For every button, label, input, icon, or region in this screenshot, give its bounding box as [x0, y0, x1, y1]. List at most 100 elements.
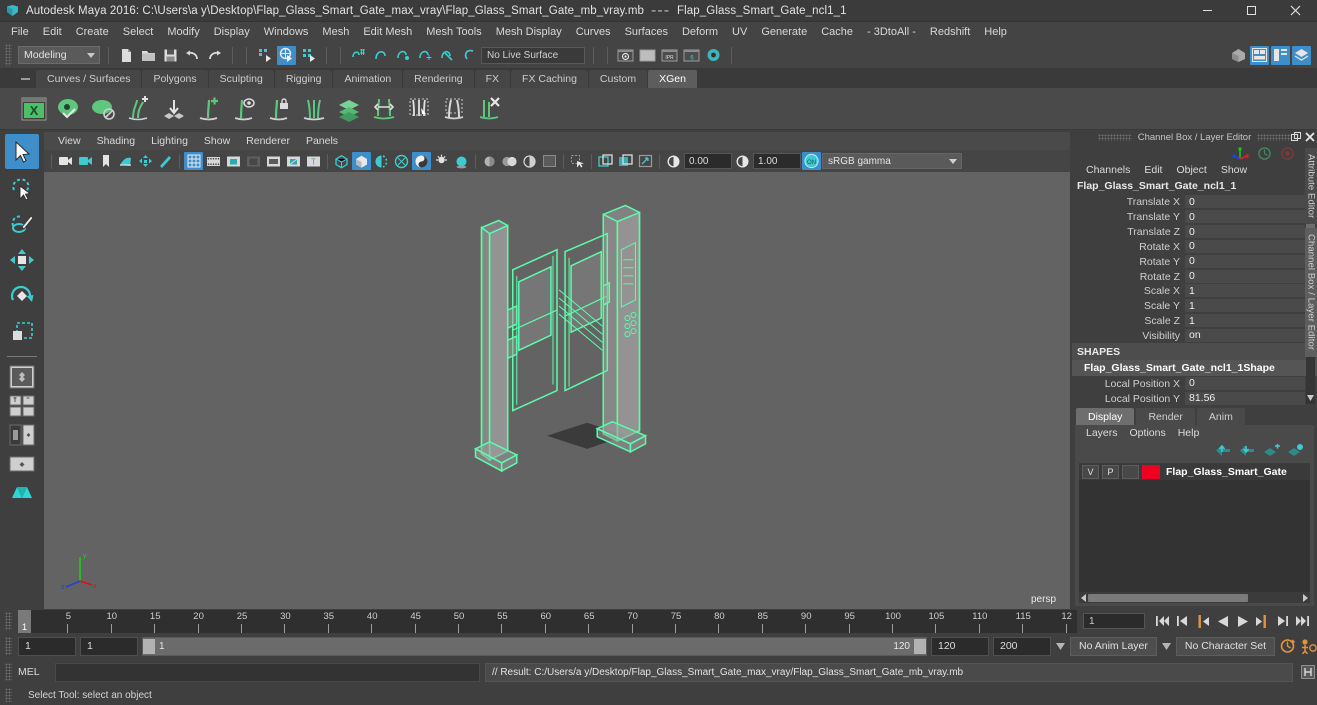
viewport-menu-renderer[interactable]: Renderer [238, 134, 298, 148]
show-hide-modeling-toolkit-icon[interactable] [1229, 46, 1248, 65]
channel-value[interactable]: 0 [1185, 210, 1305, 225]
shelf-tab-curves-surfaces[interactable]: Curves / Surfaces [36, 70, 142, 88]
play-forwards-icon[interactable] [1234, 612, 1251, 630]
channelbox-menu-object[interactable]: Object [1170, 164, 1212, 176]
menu-3dtoall[interactable]: - 3DtoAll - [860, 24, 923, 40]
select-by-object-icon[interactable] [277, 45, 296, 65]
viewport-menu-panels[interactable]: Panels [298, 134, 346, 148]
anim-layer-selector[interactable]: No Anim Layer [1070, 636, 1157, 656]
camera-attributes-icon[interactable] [76, 152, 95, 170]
shadows-icon[interactable] [432, 152, 451, 170]
paint-select-tool-button[interactable] [5, 206, 39, 241]
menu-mesh[interactable]: Mesh [315, 24, 356, 40]
toggle-resolution-gate-icon[interactable] [224, 152, 243, 170]
select-by-hierarchy-icon[interactable] [255, 46, 274, 65]
toggle-grid-icon[interactable] [184, 152, 203, 170]
step-back-keyframe-icon[interactable] [1174, 612, 1191, 630]
viewport-menu-show[interactable]: Show [196, 134, 238, 148]
undo-icon[interactable] [183, 46, 202, 65]
step-forward-frame-icon[interactable] [1254, 612, 1271, 630]
motion-blur-icon[interactable] [480, 152, 499, 170]
close-button[interactable] [1273, 0, 1317, 22]
snap-to-point-icon[interactable] [393, 46, 412, 65]
channelbox-menu-edit[interactable]: Edit [1138, 164, 1168, 176]
command-language-label[interactable]: MEL [18, 666, 50, 678]
character-set-dropdown-arrow-icon[interactable] [1161, 637, 1172, 655]
gamma-value-field[interactable]: 1.00 [753, 153, 801, 169]
layer-row[interactable]: V P Flap_Glass_Smart_Gate [1079, 463, 1310, 480]
select-tool-button[interactable] [5, 134, 39, 169]
channel-row-rotate-y[interactable]: Rotate Y 0 [1072, 254, 1317, 269]
channel-value[interactable]: 1 [1185, 314, 1305, 329]
render-sequence-icon[interactable]: 6 [682, 46, 701, 65]
animation-preferences-icon[interactable] [1300, 637, 1317, 655]
layer-tab-render[interactable]: Render [1136, 408, 1195, 425]
grease-pencil-icon[interactable] [156, 152, 175, 170]
multisample-aa-icon[interactable] [500, 152, 519, 170]
undock-panel-icon[interactable] [1290, 131, 1301, 142]
toggle-gate-mask-icon[interactable] [244, 152, 263, 170]
menu-surfaces[interactable]: Surfaces [618, 24, 675, 40]
status-line-grip[interactable] [5, 44, 12, 66]
isolate-select-icon[interactable] [540, 152, 559, 170]
xgen-guide-display-icon[interactable] [228, 93, 260, 125]
channel-row-rotate-x[interactable]: Rotate X 0 [1072, 239, 1317, 254]
range-end-field[interactable]: 120 [931, 636, 989, 656]
vertical-tab-attribute-editor[interactable]: Attribute Editor [1304, 148, 1317, 225]
smooth-shading-icon[interactable] [352, 152, 371, 170]
current-time-indicator[interactable]: 1 [18, 609, 31, 633]
image-plane-icon[interactable] [116, 152, 135, 170]
channel-value[interactable]: 0 [1185, 239, 1305, 254]
xgen-add-guides-icon[interactable] [123, 93, 155, 125]
xgen-length-icon[interactable] [368, 93, 400, 125]
channel-value[interactable]: 1 [1185, 284, 1305, 299]
step-back-frame-icon[interactable] [1194, 612, 1211, 630]
channel-row-local-position-x[interactable]: Local Position X 0 [1072, 376, 1317, 391]
snap-to-curve-icon[interactable] [371, 46, 390, 65]
help-line-grip[interactable] [5, 688, 12, 702]
layer-menu-options[interactable]: Options [1125, 427, 1171, 439]
xgen-clump-icon[interactable] [438, 93, 470, 125]
layer-tab-anim[interactable]: Anim [1196, 408, 1245, 425]
four-view-layout[interactable] [5, 392, 39, 419]
shelf-tab-fx-caching[interactable]: FX Caching [511, 70, 588, 88]
character-set-selector[interactable]: No Character Set [1175, 636, 1275, 656]
panel-drag-handle-right[interactable] [1257, 133, 1292, 141]
range-slider-bar[interactable]: 1 120 [142, 636, 927, 656]
layer-playback-toggle[interactable]: P [1102, 464, 1119, 479]
channel-box-record-icon[interactable] [1280, 146, 1295, 161]
command-input-field[interactable] [55, 662, 480, 682]
xgen-seed-icon[interactable] [88, 93, 120, 125]
channel-value[interactable]: 0 [1185, 195, 1305, 210]
shaded-wireframe-icon[interactable] [372, 152, 391, 170]
menu-redshift[interactable]: Redshift [923, 24, 977, 40]
maximize-button[interactable] [1229, 0, 1273, 22]
menu-modify[interactable]: Modify [160, 24, 206, 40]
snap-to-view-plane-icon[interactable] [437, 46, 456, 65]
use-all-lights-icon[interactable] [412, 152, 431, 170]
command-line-grip[interactable] [5, 663, 12, 681]
snap-to-grid-icon[interactable] [349, 46, 368, 65]
channel-row-local-position-y[interactable]: Local Position Y 81.56 [1072, 391, 1317, 406]
channelbox-menu-channels[interactable]: Channels [1080, 164, 1136, 176]
ipr-render-icon[interactable] [638, 46, 657, 65]
open-scene-icon[interactable] [139, 46, 158, 65]
animation-start-field[interactable]: 1 [18, 636, 76, 656]
menu-select[interactable]: Select [116, 24, 161, 40]
viewport-snapshot-icon[interactable] [596, 152, 615, 170]
menu-uv[interactable]: UV [725, 24, 754, 40]
channel-value[interactable]: 1 [1185, 299, 1305, 314]
redo-icon[interactable] [205, 46, 224, 65]
shelf-handle-icon[interactable] [18, 72, 32, 86]
channel-row-visibility[interactable]: Visibility on [1072, 328, 1317, 343]
show-hide-channel-box-icon[interactable] [1292, 45, 1311, 65]
color-management-selector[interactable]: sRGB gamma [822, 153, 962, 169]
new-scene-icon[interactable] [117, 46, 136, 65]
color-management-toggle[interactable]: ON [802, 152, 821, 170]
auto-keyframe-toggle-icon[interactable] [1279, 637, 1296, 655]
channel-value[interactable]: 0 [1185, 225, 1305, 240]
gamma-icon[interactable] [733, 152, 752, 170]
channel-row-scale-y[interactable]: Scale Y 1 [1072, 299, 1317, 314]
menu-cache[interactable]: Cache [814, 24, 860, 40]
menu-edit-mesh[interactable]: Edit Mesh [356, 24, 419, 40]
